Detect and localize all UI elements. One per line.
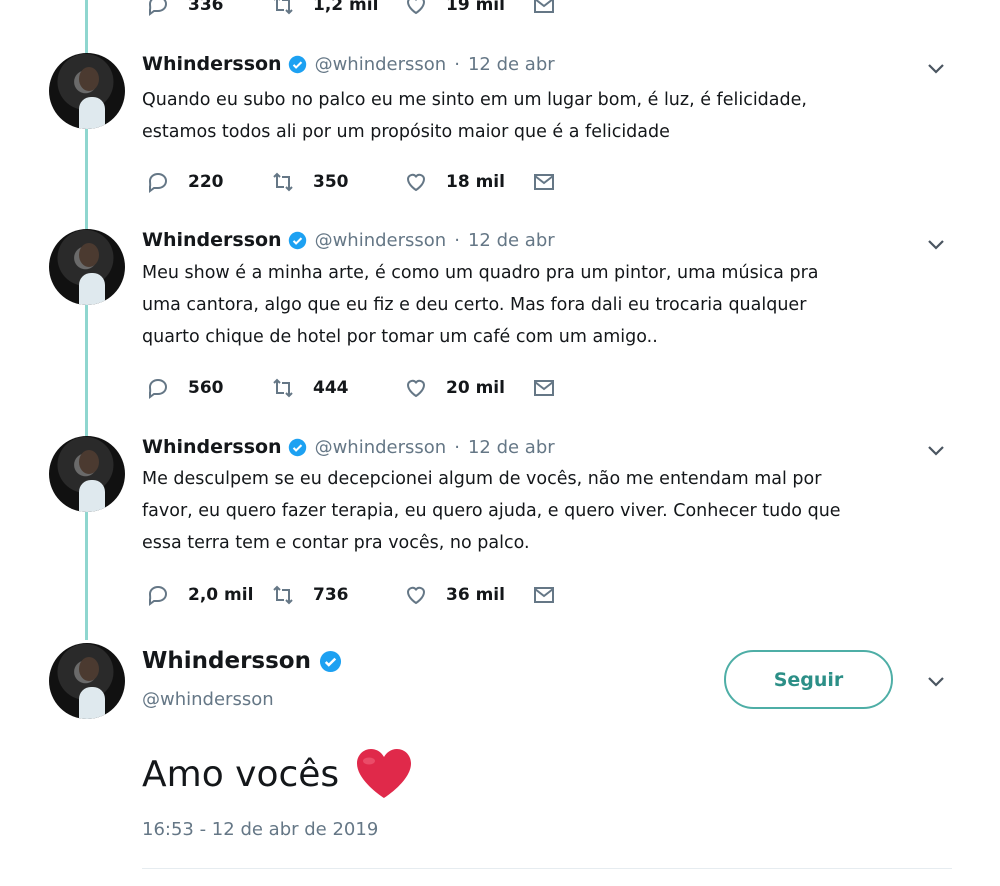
chevron-down-icon[interactable]	[924, 232, 948, 256]
reply-action[interactable]: 560	[146, 373, 224, 403]
tweet-text-line: uma cantora, algo que eu fiz e deu certo…	[142, 295, 807, 315]
retweet-action[interactable]: 444	[271, 373, 349, 403]
verified-badge-icon	[319, 650, 342, 672]
follow-button[interactable]: Seguir	[724, 650, 893, 709]
avatar[interactable]	[49, 436, 125, 512]
reply-action[interactable]: 336	[146, 0, 224, 20]
like-action[interactable]: 19 mil	[404, 0, 505, 20]
retweet-count: 736	[313, 585, 349, 605]
heart-icon	[406, 586, 426, 605]
tweet-text-line: Me desculpem se eu decepcionei algum de …	[142, 469, 822, 489]
tweet-text-line: essa terra tem e contar pra vocês, no pa…	[142, 533, 530, 553]
tweet-header: Whindersson @whindersson · 12 de abr	[142, 226, 555, 254]
retweet-action[interactable]: 350	[271, 167, 349, 197]
envelope-icon	[534, 0, 554, 13]
reply-count: 220	[188, 172, 224, 192]
envelope-icon	[534, 587, 554, 603]
tweet-text: Meu show é a minha arte, é como um quadr…	[142, 257, 932, 353]
dm-action[interactable]	[532, 0, 556, 20]
dm-action[interactable]	[532, 580, 556, 610]
display-name[interactable]: Whindersson	[142, 648, 311, 674]
chevron-down-icon[interactable]	[924, 438, 948, 462]
tweet-actions: 2,0 mil 736 36 mil	[142, 580, 582, 610]
username[interactable]: @whindersson	[315, 54, 447, 75]
tweet-text-line: quarto chique de hotel por tomar um café…	[142, 327, 658, 347]
heart-icon	[406, 379, 426, 398]
retweet-count: 350	[313, 172, 349, 192]
heart-icon	[406, 173, 426, 192]
like-count: 19 mil	[446, 0, 505, 15]
tweet-date[interactable]: 12 de abr	[468, 54, 555, 75]
retweet-count: 1,2 mil	[313, 0, 379, 15]
like-count: 36 mil	[446, 585, 505, 605]
tweet-date[interactable]: 12 de abr	[468, 230, 555, 251]
verified-badge-icon	[288, 231, 306, 249]
tweet-actions: 220 350 18 mil	[142, 167, 582, 197]
display-name[interactable]: Whindersson	[142, 53, 282, 75]
retweet-count: 444	[313, 378, 349, 398]
retweet-icon	[273, 172, 293, 192]
like-action[interactable]: 20 mil	[404, 373, 505, 403]
reply-count: 560	[188, 378, 224, 398]
like-action[interactable]: 18 mil	[404, 167, 505, 197]
reply-icon	[148, 378, 168, 399]
dm-action[interactable]	[532, 373, 556, 403]
tweet-text-line: Quando eu subo no palco eu me sinto em u…	[142, 90, 807, 110]
reply-count: 336	[188, 0, 224, 15]
verified-badge-icon	[288, 438, 306, 456]
tweet-text-line: favor, eu quero fazer terapia, eu quero …	[142, 501, 841, 521]
reply-icon	[148, 172, 168, 193]
retweet-action[interactable]: 1,2 mil	[271, 0, 378, 20]
envelope-icon	[534, 174, 554, 190]
username[interactable]: @whindersson	[142, 689, 274, 710]
envelope-icon	[534, 380, 554, 396]
verified-badge-icon	[288, 55, 306, 73]
heart-icon	[406, 0, 426, 15]
chevron-down-icon[interactable]	[924, 669, 948, 693]
retweet-action[interactable]: 736	[271, 580, 349, 610]
retweet-icon	[273, 585, 293, 605]
tweet-timestamp[interactable]: 16:53 - 12 de abr de 2019	[142, 819, 378, 840]
retweet-icon	[274, 0, 293, 15]
avatar[interactable]	[49, 643, 125, 719]
tweet-text: Me desculpem se eu decepcionei algum de …	[142, 463, 932, 559]
previous-tweet-actions: 336 1,2 mil 19 mil	[142, 0, 572, 20]
main-tweet-author: Whindersson	[142, 648, 342, 674]
avatar[interactable]	[49, 53, 125, 129]
chevron-down-icon[interactable]	[924, 56, 948, 80]
avatar[interactable]	[49, 229, 125, 305]
tweet-date[interactable]: 12 de abr	[468, 437, 555, 458]
reply-icon	[148, 585, 168, 606]
reply-action[interactable]: 2,0 mil	[146, 580, 253, 610]
reply-icon	[148, 0, 168, 16]
display-name[interactable]: Whindersson	[142, 229, 282, 251]
separator: ·	[454, 229, 460, 251]
tweet-text: Quando eu subo no palco eu me sinto em u…	[142, 84, 932, 148]
like-action[interactable]: 36 mil	[404, 580, 505, 610]
like-count: 18 mil	[446, 172, 505, 192]
tweet-text-line: Meu show é a minha arte, é como um quadr…	[142, 263, 819, 283]
tweet-header: Whindersson @whindersson · 12 de abr	[142, 433, 555, 461]
reply-count: 2,0 mil	[188, 585, 254, 605]
username[interactable]: @whindersson	[315, 230, 447, 251]
tweet-text: Amo vocês	[142, 753, 340, 795]
red-heart-emoji-icon	[357, 749, 412, 798]
username[interactable]: @whindersson	[315, 437, 447, 458]
reply-action[interactable]: 220	[146, 167, 224, 197]
separator: ·	[454, 436, 460, 458]
divider	[142, 868, 952, 869]
tweet-actions: 560 444 20 mil	[142, 373, 582, 403]
like-count: 20 mil	[446, 378, 505, 398]
retweet-icon	[273, 378, 293, 398]
tweet-header: Whindersson @whindersson · 12 de abr	[142, 50, 555, 78]
dm-action[interactable]	[532, 167, 556, 197]
tweet-text-line: estamos todos ali por um propósito maior…	[142, 122, 670, 142]
display-name[interactable]: Whindersson	[142, 436, 282, 458]
main-tweet-text: Amo vocês	[142, 748, 413, 800]
separator: ·	[454, 53, 460, 75]
